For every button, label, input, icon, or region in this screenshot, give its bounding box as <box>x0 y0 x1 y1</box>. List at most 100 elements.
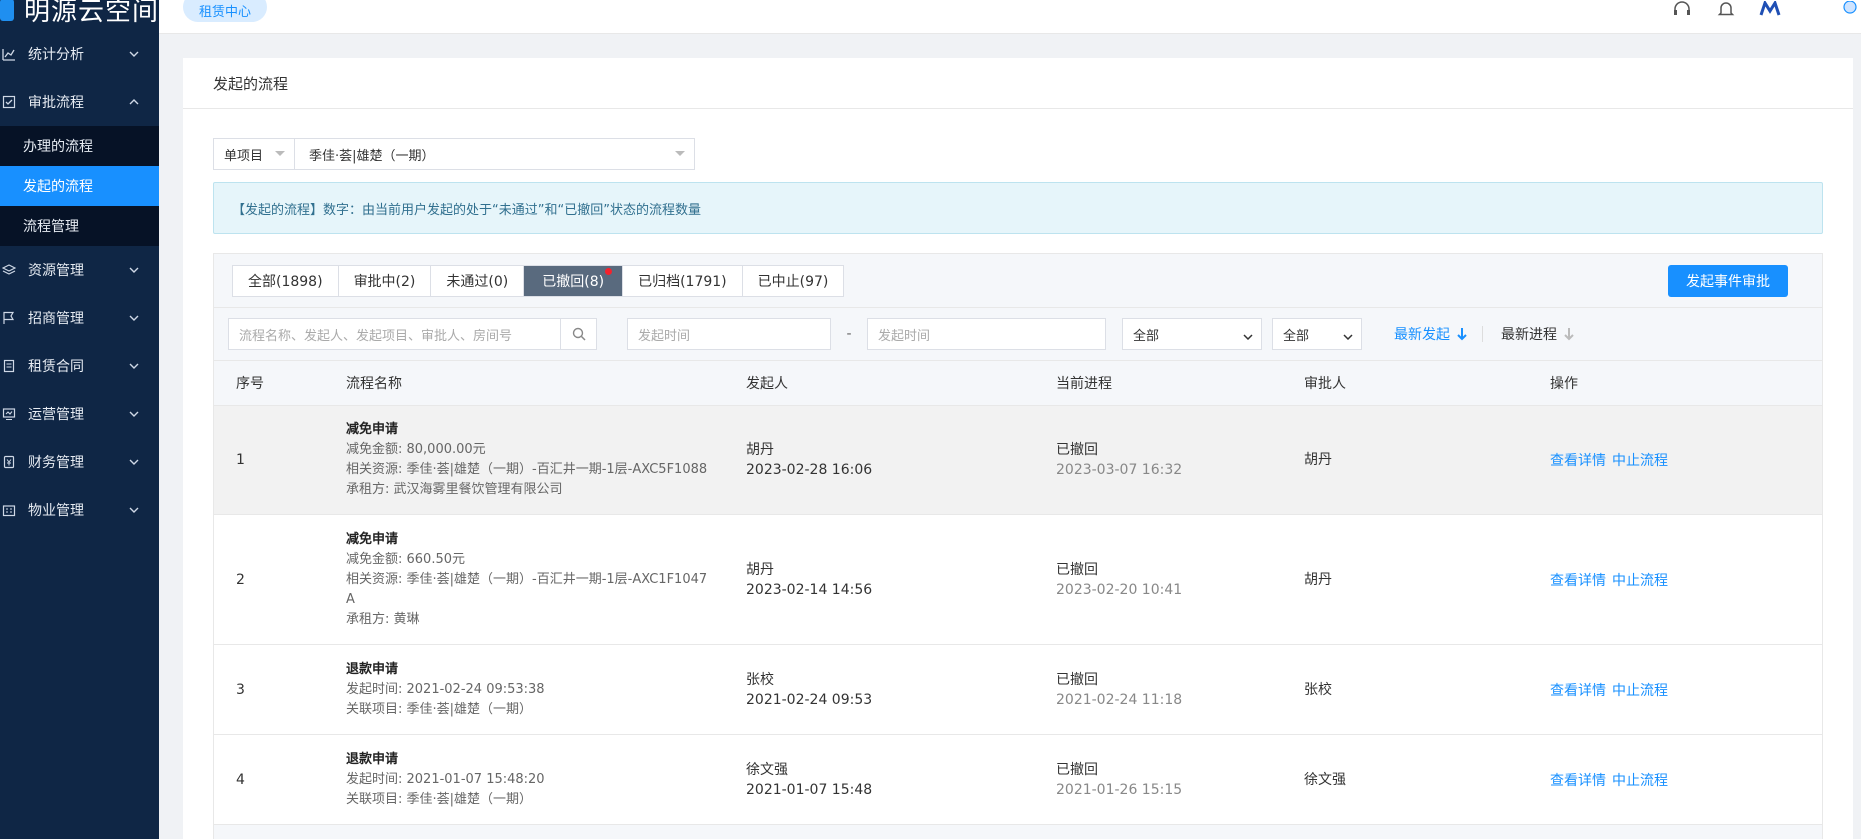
sidebar-group-leasing[interactable]: 招商管理 <box>0 294 159 342</box>
tab-rejected[interactable]: 未通过(0) <box>431 265 525 296</box>
sidebar-group-label: 物业管理 <box>28 503 84 519</box>
status-time: 2021-01-26 15:15 <box>1056 781 1183 798</box>
flow-detail: 承租方: 黄琳 <box>346 611 420 627</box>
keyword-search-input[interactable]: 流程名称、发起人、发起项目、审批人、房间号 <box>228 318 561 350</box>
row-actions: 查看详情 中止流程 <box>1550 770 1822 790</box>
flow-table-card: 全部(1898) 审批中(2) 未通过(0) 已撤回(8) 已归档(1791) … <box>213 253 1823 839</box>
sidebar-group-property[interactable]: 物业管理 <box>0 486 159 534</box>
row-actions: 查看详情 中止流程 <box>1550 450 1822 470</box>
stop-flow-link[interactable]: 中止流程 <box>1612 573 1668 589</box>
scope-select[interactable]: 单项目 <box>213 138 295 170</box>
initiated-at: 2023-02-14 14:56 <box>746 581 873 598</box>
headset-icon[interactable] <box>1671 0 1693 18</box>
flow-detail: 关联项目: 季佳·荟|雄楚（一期） <box>346 791 533 807</box>
logo-text: 明源云空间 <box>23 0 159 27</box>
status: 已撤回 <box>1056 561 1098 578</box>
sidebar-item-initiated-flows[interactable]: 发起的流程 <box>0 166 159 206</box>
row-progress: 已撤回 2021-01-26 15:15 <box>1056 760 1304 800</box>
flow-type: 减免申请 <box>346 531 399 547</box>
row-approver: 胡丹 <box>1304 452 1332 468</box>
arrow-down-icon <box>1457 328 1467 341</box>
bell-icon[interactable] <box>1715 0 1737 18</box>
initiator-name: 胡丹 <box>746 561 774 578</box>
row-no: 4 <box>236 771 245 788</box>
table-row[interactable]: 1 减免申请 减免金额: 80,000.00元 相关资源: 季佳·荟|雄楚（一期… <box>214 406 1822 515</box>
sidebar-group-label: 统计分析 <box>28 47 84 63</box>
initiator-name: 胡丹 <box>746 442 774 458</box>
view-details-link[interactable]: 查看详情 <box>1550 683 1606 699</box>
view-details-link[interactable]: 查看详情 <box>1550 453 1606 469</box>
tab-withdrawn[interactable]: 已撤回(8) <box>524 265 624 296</box>
row-approver: 张校 <box>1304 681 1332 698</box>
row-initiator: 胡丹 2023-02-28 16:06 <box>746 440 1056 480</box>
tab-terminated[interactable]: 已中止(97) <box>743 266 844 296</box>
flow-detail: 关联项目: 季佳·荟|雄楚（一期） <box>346 701 533 717</box>
sidebar-group-operations[interactable]: 运营管理 <box>0 390 159 438</box>
row-progress: 已撤回 2023-02-20 10:41 <box>1056 560 1304 600</box>
sidebar-group-contracts[interactable]: 租赁合同 <box>0 342 159 390</box>
col-header-no: 序号 <box>236 376 264 392</box>
tab-archived[interactable]: 已归档(1791) <box>623 265 743 296</box>
sidebar-group-finance[interactable]: 财务管理 <box>0 438 159 486</box>
stop-flow-link[interactable]: 中止流程 <box>1612 683 1668 699</box>
arrow-down-icon <box>1564 328 1574 341</box>
sidebar-group-approval[interactable]: 审批流程 <box>0 78 159 126</box>
filter-select-2[interactable]: 全部 <box>1272 318 1362 350</box>
flow-detail: A <box>346 591 355 607</box>
start-time-input[interactable]: 发起时间 <box>627 318 831 350</box>
sidebar-item-handled-flows[interactable]: 办理的流程 <box>0 126 159 166</box>
table-row[interactable]: 3 退款申请 发起时间: 2021-02-24 09:53:38 关联项目: 季… <box>214 645 1822 735</box>
status-tabs: 全部(1898) 审批中(2) 未通过(0) 已撤回(8) 已归档(1791) … <box>232 264 845 297</box>
sort-label: 最新发起 <box>1394 327 1450 343</box>
avatar[interactable] <box>1839 0 1861 18</box>
status: 已撤回 <box>1056 761 1098 778</box>
search-button[interactable] <box>561 318 597 350</box>
table-row[interactable]: 2 减免申请 减免金额: 660.50元 相关资源: 季佳·荟|雄楚（一期）-百… <box>214 515 1822 645</box>
end-time-input[interactable]: 发起时间 <box>867 318 1106 350</box>
logo[interactable]: 明源云空间 <box>0 0 159 30</box>
view-details-link[interactable]: 查看详情 <box>1550 773 1606 789</box>
filter-select-value: 全部 <box>1133 328 1160 344</box>
filter-select-value: 全部 <box>1283 328 1310 344</box>
tab-label: 已归档(1791) <box>638 273 727 290</box>
layers-icon <box>2 263 16 277</box>
status: 已撤回 <box>1056 442 1098 458</box>
tab-all[interactable]: 全部(1898) <box>233 265 339 296</box>
sort-latest-start[interactable]: 最新发起 <box>1394 324 1468 344</box>
tab-label: 全部(1898) <box>248 273 323 290</box>
row-progress: 已撤回 2023-03-07 16:32 <box>1056 440 1304 480</box>
project-filter: 单项目 季佳·荟|雄楚（一期） <box>213 138 695 170</box>
chevron-down-icon <box>127 47 141 61</box>
sidebar-group-resources[interactable]: 资源管理 <box>0 246 159 294</box>
flow-detail: 发起时间: 2021-01-07 15:48:20 <box>346 771 545 787</box>
sidebar-item-flow-management[interactable]: 流程管理 <box>0 206 159 246</box>
tab-in-approval[interactable]: 审批中(2) <box>339 265 432 296</box>
logo-icon <box>0 0 14 21</box>
sidebar-group-stats[interactable]: 统计分析 <box>0 30 159 78</box>
table-row[interactable]: 4 退款申请 发起时间: 2021-01-07 15:48:20 关联项目: 季… <box>214 735 1822 825</box>
sort-latest-progress[interactable]: 最新进程 <box>1501 324 1575 344</box>
chevron-down-icon <box>127 263 141 277</box>
leasing-center-tag[interactable]: 租赁中心 <box>183 0 268 22</box>
notification-dot <box>605 267 613 275</box>
sidebar-group-label: 运营管理 <box>28 407 84 423</box>
flow-detail: 相关资源: 季佳·荟|雄楚（一期）-百汇井一期-1层-AXC5F1088 <box>346 462 708 477</box>
chevron-down-icon <box>127 359 141 373</box>
project-select-value: 季佳·荟|雄楚（一期） <box>309 148 435 164</box>
brand-logo-icon[interactable] <box>1759 0 1781 18</box>
start-approval-button[interactable]: 发起事件审批 <box>1668 265 1788 297</box>
chevron-down-icon <box>127 455 141 469</box>
flow-detail: 发起时间: 2021-02-24 09:53:38 <box>346 681 545 697</box>
project-select[interactable]: 季佳·荟|雄楚（一期） <box>295 138 695 170</box>
stop-flow-link[interactable]: 中止流程 <box>1612 453 1668 469</box>
initiated-at: 2021-02-24 09:53 <box>746 691 873 708</box>
tab-label: 已中止(97) <box>757 273 829 290</box>
flow-detail: 相关资源: 季佳·荟|雄楚（一期）-百汇井一期-1层-AXC1F1047 <box>346 571 708 587</box>
row-flow-name: 退款申请 发起时间: 2021-02-24 09:53:38 关联项目: 季佳·… <box>346 660 746 720</box>
search-row: 流程名称、发起人、发起项目、审批人、房间号 发起时间 - 发起时间 全部 全部 … <box>214 308 1822 361</box>
filter-select-1[interactable]: 全部 <box>1122 318 1262 350</box>
view-details-link[interactable]: 查看详情 <box>1550 573 1606 589</box>
scope-select-value: 单项目 <box>224 148 264 164</box>
stop-flow-link[interactable]: 中止流程 <box>1612 773 1668 789</box>
tab-label: 未通过(0) <box>446 273 509 290</box>
